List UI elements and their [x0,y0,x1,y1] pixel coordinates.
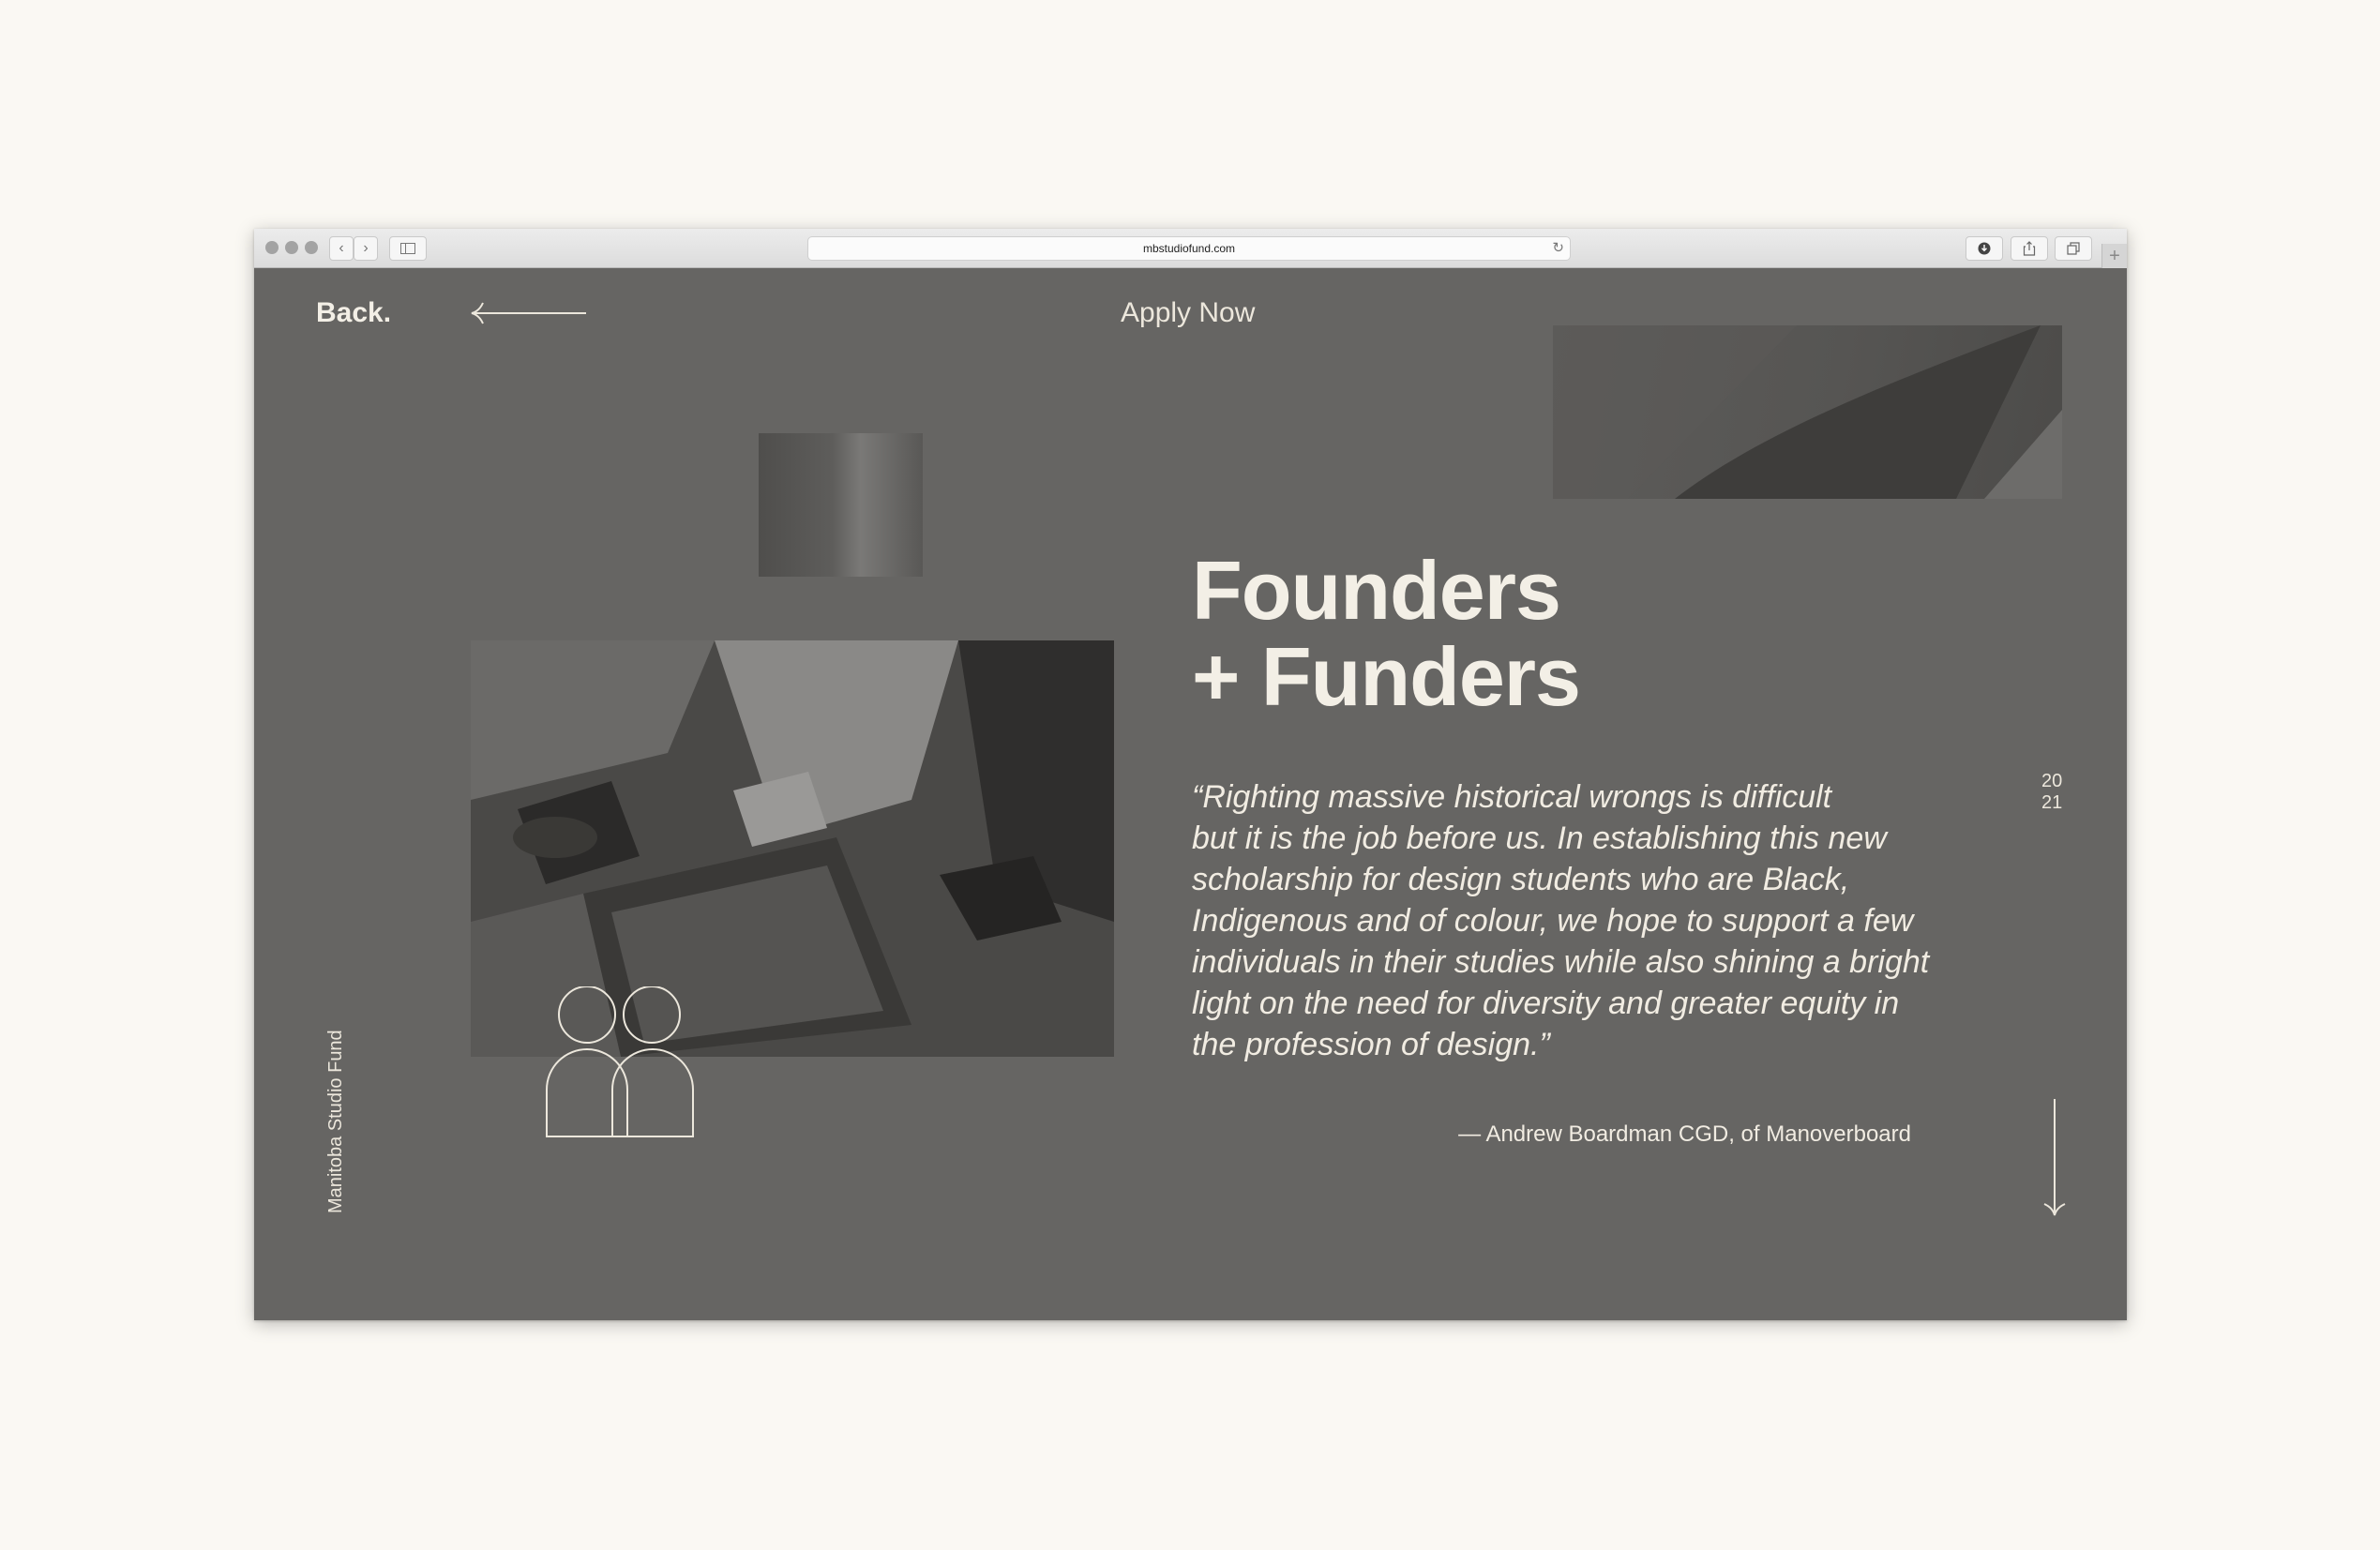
architecture-photo [1553,325,2062,499]
vertical-site-label: Manitoba Studio Fund [325,1030,346,1213]
arrow-down-icon[interactable] [2041,1099,2069,1217]
close-window-dot[interactable] [265,241,279,254]
title-line: Founders [1192,544,1561,637]
browser-window: ‹ › mbstudiofund.com ↻ + Back. Apply Now… [254,229,2127,1320]
tabs-overview-button[interactable] [2055,236,2092,261]
browser-forward-button[interactable]: › [354,236,378,261]
paper-fold-photo [759,433,923,577]
new-tab-button[interactable]: + [2101,244,2127,268]
quote-attribution: — Andrew Boardman CGD, of Manoverboard [1458,1121,1911,1147]
page-title: Founders + Funders [1192,544,1581,723]
arrow-left-icon[interactable] [470,300,588,328]
year-top: 20 [2041,771,2063,791]
address-bar-text: mbstudiofund.com [1142,242,1236,255]
quote-line: Indigenous and of colour, we hope to sup… [1192,903,1914,939]
address-bar[interactable]: mbstudiofund.com ↻ [807,236,1571,261]
browser-back-button[interactable]: ‹ [329,236,354,261]
quote-line: individuals in their studies while also … [1192,944,1930,980]
back-link[interactable]: Back. [316,297,391,329]
quote-line: scholarship for design students who are … [1192,862,1850,897]
year-bottom: 21 [2041,792,2063,813]
share-icon [2023,241,2036,256]
title-line: + Funders [1192,630,1581,723]
quote-line: “Righting massive historical wrongs is d… [1192,779,1832,815]
quote-line: light on the need for diversity and grea… [1192,986,1900,1021]
download-button[interactable] [1966,236,2003,261]
testimonial-quote: “Righting massive historical wrongs is d… [1192,776,1942,1065]
quote-line: the profession of design.” [1192,1027,1550,1062]
sidebar-toggle-button[interactable] [389,236,427,261]
share-button[interactable] [2011,236,2048,261]
year-label: 20 21 [2041,771,2062,814]
quote-line: but it is the job before us. In establis… [1192,820,1887,856]
minimize-window-dot[interactable] [285,241,298,254]
apply-now-link[interactable]: Apply Now [1121,297,1255,329]
browser-toolbar: ‹ › mbstudiofund.com ↻ + [254,229,2127,268]
reload-icon[interactable]: ↻ [1552,237,1564,260]
download-icon [1978,242,1991,255]
maximize-window-dot[interactable] [305,241,318,254]
people-icon [546,986,694,1137]
sidebar-icon [400,243,415,254]
tabs-icon [2067,242,2080,255]
